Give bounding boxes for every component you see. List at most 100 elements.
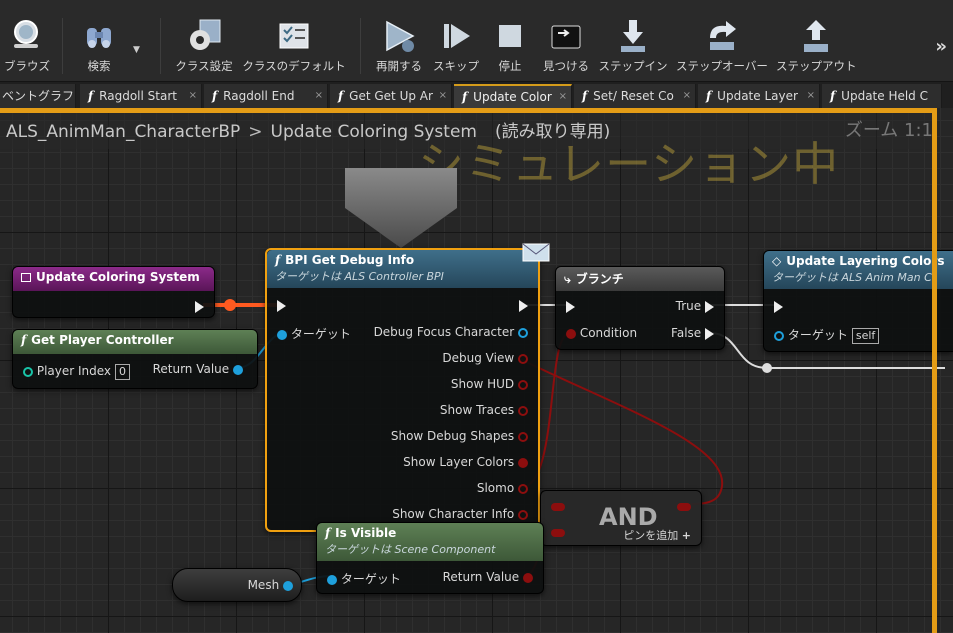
message-envelope-icon	[522, 243, 550, 262]
output-pin[interactable]: Show HUD	[451, 377, 528, 391]
player-index-input[interactable]: 0	[115, 364, 131, 380]
step-out-icon	[804, 20, 828, 52]
search-dropdown-icon[interactable]: ▼	[133, 45, 140, 55]
player-index-pin[interactable]: Player Index 0	[23, 364, 131, 380]
node-update-layering-colors[interactable]: ◇ Update Layering Colors ターゲットは ALS Anim …	[763, 250, 953, 352]
browse-button[interactable]: ブラウズ	[0, 0, 54, 80]
tab-ragdoll-start[interactable]: f Ragdoll Start ×	[80, 84, 202, 108]
tab-update-held[interactable]: f Update Held C	[822, 84, 942, 108]
add-pin-button[interactable]: ピンを追加 +	[623, 527, 691, 543]
exec-in-pin[interactable]	[277, 298, 286, 312]
close-icon[interactable]: ×	[683, 84, 691, 108]
node-entry[interactable]: Update Coloring System	[12, 266, 215, 318]
output-pin[interactable]: Slomo	[477, 481, 528, 495]
output-pin[interactable]: Show Character Info	[392, 507, 528, 521]
blueprint-graph[interactable]: ALS_AnimMan_CharacterBP > Update Coloring …	[0, 108, 953, 633]
pin-label: Return Value	[442, 570, 520, 584]
and-input-pin[interactable]	[551, 499, 565, 513]
exec-pin-icon	[705, 327, 714, 340]
class-settings-label: クラス設定	[175, 59, 233, 73]
target-value: self	[851, 328, 880, 344]
stop-button[interactable]: 停止	[486, 0, 534, 80]
node-and[interactable]: AND ピンを追加 +	[540, 490, 702, 546]
mesh-output-pin[interactable]: Mesh	[248, 578, 293, 592]
class-defaults-label: クラスのデフォルト	[242, 59, 346, 73]
bool-pin-icon	[551, 528, 565, 537]
bool-pin-icon	[677, 502, 691, 511]
exec-out-pin[interactable]	[519, 298, 528, 312]
output-pin[interactable]: Show Debug Shapes	[391, 429, 528, 443]
tab-event-graph[interactable]: ベントグラフ	[0, 84, 76, 108]
node-branch[interactable]: ⤷ ブランチ True Condition False	[555, 266, 725, 350]
toolbar-separator	[62, 18, 63, 74]
function-icon: f	[830, 89, 836, 103]
step-over-button[interactable]: ステップオーバー	[674, 0, 770, 80]
output-pin[interactable]: Show Traces	[440, 403, 528, 417]
find-button[interactable]: 見つける	[538, 0, 594, 80]
close-icon[interactable]: ×	[807, 84, 815, 108]
bool-pin-icon	[518, 405, 528, 416]
tab-update-color[interactable]: f Update Color ×	[454, 84, 572, 108]
target-pin[interactable]: ターゲット self	[774, 326, 880, 344]
find-icon	[551, 25, 581, 49]
bool-pin-icon	[518, 509, 528, 520]
int-pin-icon	[23, 366, 33, 377]
resume-icon	[386, 20, 415, 52]
target-pin[interactable]: ターゲット	[327, 570, 401, 587]
class-settings-button[interactable]: クラス設定	[172, 0, 236, 80]
object-pin-icon	[283, 580, 293, 591]
pin-label: Debug Focus Character	[373, 325, 515, 339]
true-pin[interactable]: True	[676, 299, 714, 313]
bool-pin-icon	[518, 353, 528, 364]
pin-label: Return Value	[152, 362, 230, 376]
node-mesh-variable[interactable]: Mesh	[172, 568, 302, 602]
step-over-label: ステップオーバー	[676, 59, 768, 73]
pin-label: ターゲット	[290, 327, 351, 341]
bool-pin-icon	[518, 379, 528, 390]
tab-label: Ragdoll Start	[99, 89, 177, 103]
target-pin[interactable]: ターゲット	[277, 325, 351, 342]
node-bpi-get-debug-info[interactable]: f BPI Get Debug Info ターゲットは ALS Controlle…	[265, 243, 550, 532]
step-in-button[interactable]: ステップイン	[598, 0, 668, 80]
exec-out-pin[interactable]	[195, 299, 204, 313]
close-icon[interactable]: ×	[315, 84, 323, 108]
exec-in-pin[interactable]	[566, 299, 575, 313]
tab-get-get-up-anim[interactable]: f Get Get Up Ar ×	[330, 84, 452, 108]
find-label: 見つける	[543, 59, 589, 73]
step-in-label: ステップイン	[598, 59, 668, 73]
skip-button[interactable]: スキップ	[432, 0, 480, 80]
tab-ragdoll-end[interactable]: f Ragdoll End ×	[204, 84, 328, 108]
node-header: f BPI Get Debug Info ターゲットは ALS Controlle…	[267, 250, 538, 288]
resume-button[interactable]: 再開する	[370, 0, 428, 80]
tab-update-layer[interactable]: f Update Layer ×	[698, 84, 820, 108]
function-icon: f	[275, 253, 281, 267]
tab-set-reset-color[interactable]: f Set/ Reset Co ×	[574, 84, 696, 108]
object-pin-icon	[327, 574, 337, 585]
step-out-button[interactable]: ステップアウト	[776, 0, 857, 80]
tab-label: Update Color	[473, 90, 552, 104]
output-pin[interactable]: Show Layer Colors	[403, 455, 528, 469]
function-icon: f	[582, 89, 588, 103]
node-is-visible[interactable]: f Is Visible ターゲットは Scene Component ターゲット…	[316, 522, 544, 594]
toolbar-overflow-icon[interactable]: »	[935, 36, 947, 57]
close-icon[interactable]: ×	[559, 86, 567, 108]
close-icon[interactable]: ×	[189, 84, 197, 108]
search-button[interactable]: 検索	[70, 0, 128, 80]
function-icon: f	[21, 333, 27, 347]
and-input-pin[interactable]	[551, 525, 565, 539]
output-pin[interactable]: Debug View	[442, 351, 528, 365]
node-header: Update Coloring System	[13, 267, 214, 291]
false-pin[interactable]: False	[671, 326, 714, 340]
browse-label: ブラウズ	[4, 59, 50, 73]
class-defaults-button[interactable]: クラスのデフォルト	[242, 0, 346, 80]
close-icon[interactable]: ×	[439, 84, 447, 108]
exec-in-pin[interactable]	[774, 299, 783, 313]
function-diamond-icon: ◇	[772, 254, 782, 268]
return-value-pin[interactable]: Return Value	[153, 362, 243, 376]
output-pin[interactable]: Debug Focus Character	[374, 325, 528, 339]
node-get-player-controller[interactable]: f Get Player Controller Player Index 0 Ret…	[12, 329, 258, 389]
exec-pin-icon	[566, 300, 575, 313]
and-output-pin[interactable]	[677, 499, 691, 513]
condition-pin[interactable]: Condition	[566, 326, 637, 340]
return-value-pin[interactable]: Return Value	[443, 570, 533, 584]
